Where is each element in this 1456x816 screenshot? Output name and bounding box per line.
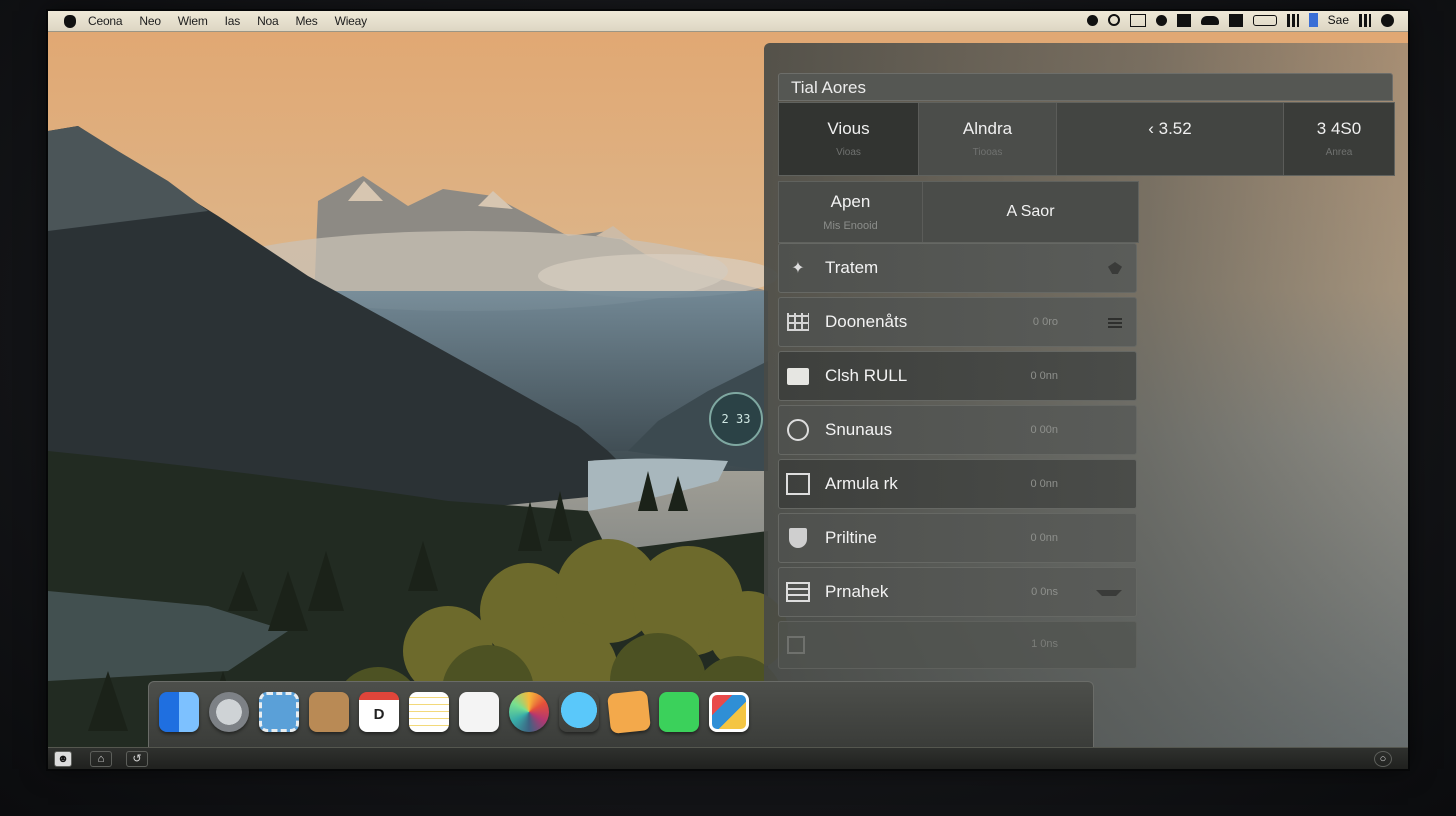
list-item[interactable]: Snunaus 0 00n [778, 405, 1137, 455]
list-item-label: Prnahek [825, 582, 889, 601]
reminders-icon[interactable] [459, 692, 499, 732]
list-item-label: Tratem [825, 258, 879, 277]
app-header-right-label: A Saor [1006, 203, 1055, 220]
summary-label: Alndra [962, 119, 1013, 138]
time-machine-icon[interactable] [1107, 14, 1120, 26]
input-source-icon[interactable] [1308, 13, 1318, 27]
dock: D [148, 681, 1094, 749]
list-item-value: 1 0ns [1031, 638, 1058, 650]
record-status-icon[interactable] [1155, 14, 1167, 26]
item-list: ✦ Tratem Doonenåts 0 0ro Clsh RULL 0 0nn… [778, 243, 1137, 669]
list-item-label: Clsh RULL [825, 366, 908, 385]
image-icon [785, 473, 811, 495]
list-item[interactable]: Prnahek 0 0ns [778, 567, 1137, 617]
mail-stamp-icon[interactable] [259, 692, 299, 732]
list-item-label: Snunaus [825, 420, 893, 439]
summary-label: ‹ 3.52 [1148, 119, 1192, 138]
siri-status-icon[interactable] [1086, 14, 1098, 26]
summary-cell[interactable]: 3 4S0 Anrea [1284, 103, 1394, 175]
summary-row: Vious Vioas Alndra Tiooas ‹ 3.52 3 4S0 A… [778, 102, 1395, 176]
list-item-value: 0 0ns [1031, 586, 1058, 598]
hud-indicator[interactable]: 2 33 [709, 392, 763, 446]
control-center-icon[interactable] [1359, 13, 1371, 27]
summary-sub: Anrea [1325, 147, 1353, 158]
notes-icon[interactable] [409, 692, 449, 732]
menu-item-3[interactable]: Wiem [178, 14, 208, 28]
settings-ring-icon[interactable]: ○ [1374, 751, 1392, 767]
cloud-status-icon[interactable] [1200, 15, 1219, 25]
status-area: Sae [1086, 13, 1394, 27]
menu-bar: Ceona Neo Wiem Ias Noa Mes Wieay Sae [48, 11, 1408, 32]
list-item-value: 0 0nn [1030, 532, 1058, 544]
messages-icon[interactable] [559, 692, 599, 732]
bottom-toolbar: ☻ ⌂ ↺ ○ [48, 747, 1408, 769]
battery-icon[interactable] [1252, 14, 1277, 26]
pin-icon[interactable] [1108, 262, 1122, 274]
app-header-subtitle: Mis Enooid [823, 220, 878, 232]
list-item-value: 0 0ro [1032, 316, 1058, 328]
summary-label: Vious [827, 119, 870, 138]
menu-item-5[interactable]: Noa [257, 14, 279, 28]
wifi-status-icon[interactable] [1228, 13, 1243, 27]
app-header-right[interactable]: A Saor [923, 182, 1138, 242]
list-item-faded[interactable]: 1 0ns [778, 621, 1137, 669]
document-icon [787, 636, 805, 654]
list-item-value: 0 0nn [1030, 478, 1058, 490]
summary-label: 3 4S0 [1316, 119, 1362, 138]
stickies-icon[interactable] [607, 690, 651, 734]
return-icon[interactable]: ↺ [126, 751, 148, 767]
plus-icon: ✦ [791, 260, 805, 277]
summary-sub: Vioas [836, 147, 861, 158]
list-item[interactable]: Doonenåts 0 0ro [778, 297, 1137, 347]
summary-cell[interactable]: Alndra Tiooas [919, 103, 1057, 175]
menu-item-6[interactable]: Mes [296, 14, 318, 28]
list-item-label: Doonenåts [825, 312, 908, 331]
photos-icon[interactable] [509, 692, 549, 732]
menu-item-1[interactable]: Ceona [88, 14, 123, 28]
app-header-title: Apen [830, 192, 871, 211]
summary-cell[interactable]: Vious Vioas [779, 103, 919, 175]
clock-label[interactable]: Sae [1328, 13, 1349, 27]
facetime-icon[interactable] [659, 692, 699, 732]
finder-mini-icon[interactable]: ☻ [54, 751, 72, 767]
list-item-value: 0 00n [1030, 424, 1058, 436]
app-header: Apen Mis Enooid A Saor [778, 181, 1139, 243]
disc-icon [785, 419, 811, 441]
list-item-label: Armula rk [825, 474, 898, 493]
up-arrow-icon[interactable]: ⌂ [90, 751, 112, 767]
display-status-icon[interactable] [1129, 13, 1146, 27]
list-item[interactable]: Clsh RULL 0 0nn [778, 351, 1137, 401]
grid-icon [785, 311, 811, 333]
list-item-label: Priltine [825, 528, 877, 547]
list-item[interactable]: Armula rk 0 0nn [778, 459, 1137, 509]
list-item[interactable]: ✦ Tratem [778, 243, 1137, 293]
menu-item-4[interactable]: Ias [225, 14, 241, 28]
summary-cell[interactable]: ‹ 3.52 [1057, 103, 1284, 175]
calendar-day: D [373, 706, 385, 723]
summary-sub: Tiooas [972, 147, 1003, 158]
calendar-icon[interactable]: D [359, 692, 399, 732]
menu-item-7[interactable]: Wieay [335, 14, 368, 28]
photo-booth-icon[interactable] [709, 692, 749, 732]
panel-title: Tial Aores [778, 73, 1393, 101]
menu-icon[interactable] [1108, 316, 1122, 328]
folder-icon [785, 365, 811, 387]
chevron-down-icon[interactable] [1096, 590, 1122, 608]
spotlight-icon[interactable] [1381, 13, 1394, 27]
finder-icon[interactable] [159, 692, 199, 732]
apple-menu-icon[interactable] [64, 14, 76, 28]
menu-item-2[interactable]: Neo [139, 14, 161, 28]
list-item[interactable]: Priltine 0 0nn [778, 513, 1137, 563]
contacts-icon[interactable] [309, 692, 349, 732]
list-icon [785, 581, 811, 603]
launchpad-icon[interactable] [209, 692, 249, 732]
app-header-left[interactable]: Apen Mis Enooid [779, 182, 923, 242]
shield-icon [785, 527, 811, 549]
flag-status-icon[interactable] [1176, 13, 1191, 27]
list-item-value: 0 0nn [1030, 370, 1058, 382]
desktop-screen: Ceona Neo Wiem Ias Noa Mes Wieay Sae Tia… [48, 11, 1408, 769]
volume-icon[interactable] [1286, 13, 1299, 27]
